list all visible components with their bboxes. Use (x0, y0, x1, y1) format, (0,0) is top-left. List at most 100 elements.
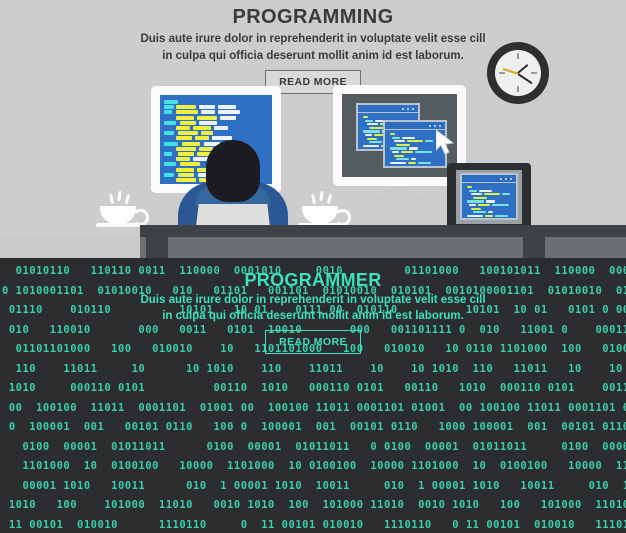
cup-bowl (100, 206, 136, 224)
code-line-bar (367, 123, 378, 126)
code-line-bar (411, 158, 416, 161)
code-line-bar (193, 126, 211, 130)
code-line-bar (394, 140, 405, 143)
desk-top-scene (0, 225, 626, 258)
clock-tick-9 (499, 72, 505, 74)
desk-surface (140, 225, 486, 237)
code-line-bar (407, 140, 423, 143)
code-line-bar (425, 140, 433, 143)
code-line-bar (390, 133, 395, 136)
code-line-bar (492, 204, 509, 207)
window-dot-3 (402, 107, 404, 110)
bottom-banner-header: PROGRAMMER Duis aute irure dolor in repr… (0, 270, 626, 354)
code-line-bar (502, 193, 510, 196)
code-line-bar (418, 161, 431, 164)
window-dot-1 (439, 124, 441, 127)
desk-leg-left (146, 237, 168, 258)
code-line-bar (164, 105, 174, 110)
code-line-bar (220, 115, 236, 120)
code-line-bar (394, 154, 404, 157)
steam-wisp (117, 190, 122, 202)
code-line-bar (199, 120, 217, 125)
read-more-button-bottom[interactable]: READ MORE (265, 330, 361, 354)
code-line-bar (467, 200, 484, 203)
code-line-bar (390, 147, 407, 150)
steam-wisp (124, 193, 131, 205)
code-line-bar (471, 193, 482, 196)
code-line-bar (180, 120, 196, 125)
code-line-bar (478, 204, 490, 207)
code-line-bar (214, 126, 228, 130)
code-line-bar (164, 141, 178, 146)
window-dot-2 (505, 177, 507, 180)
code-line-bar (390, 161, 406, 164)
tablet-code-window[interactable] (460, 173, 518, 220)
code-line-bar (365, 119, 373, 122)
code-line-bar (469, 189, 477, 192)
code-line-bar (488, 211, 493, 214)
code-line-bar (176, 115, 194, 120)
code-line-bar (392, 136, 400, 139)
code-line-bar (396, 158, 409, 161)
top-banner-programming: PROGRAMMING Duis aute irure dolor in rep… (0, 0, 626, 258)
code-line-bar (176, 105, 196, 110)
window-dot-3 (500, 177, 502, 180)
desk-leg-right (523, 237, 545, 258)
code-line-bar (201, 110, 215, 115)
desk-under-shadow-right (486, 237, 626, 258)
code-line-bar (218, 105, 236, 110)
window-dot-2 (434, 124, 436, 127)
monitor-right-screen (342, 94, 457, 177)
bottom-page-title: PROGRAMMER (244, 270, 382, 290)
code-line-bar (164, 172, 174, 177)
clock-tick-3 (531, 72, 537, 74)
steam-wisp (310, 193, 317, 205)
code-line-bar (392, 151, 399, 154)
bottom-banner-subtitle-line2: in culpa qui officia deserunt mollit ani… (162, 310, 464, 322)
code-line-bar (467, 214, 483, 217)
code-line-bar (408, 161, 416, 164)
tablet-screen (456, 170, 522, 224)
code-line-bar (495, 214, 508, 217)
code-line-bar (164, 120, 176, 125)
steam-wisp (108, 193, 115, 205)
steam-wisp (326, 193, 333, 205)
tablet-device (447, 163, 531, 231)
code-line-bar (201, 131, 213, 136)
window-titlebar (462, 175, 516, 183)
code-line-bar (164, 162, 176, 167)
page-title: PROGRAMMING (232, 6, 394, 28)
desk-under-shadow (140, 237, 486, 258)
code-line-bar (409, 147, 418, 150)
code-line-bar (178, 131, 198, 136)
code-line-bar (164, 152, 172, 156)
tablet-code-body (462, 184, 516, 218)
bottom-banner-subtitle-line1: Duis aute irure dolor in reprehenderit i… (140, 294, 486, 306)
programming-banner-set: PROGRAMMING Duis aute irure dolor in rep… (0, 0, 626, 533)
programmer-top-head (206, 140, 260, 202)
code-line-bar (473, 196, 487, 199)
code-line-bar (467, 186, 472, 189)
code-line-bar (486, 200, 495, 203)
code-line-bar (176, 126, 190, 130)
clock-tick-12 (517, 53, 519, 59)
code-line-bar (471, 207, 481, 210)
code-line-bar (363, 116, 368, 119)
clock-tick-6 (517, 86, 519, 92)
code-line-bar (164, 100, 178, 104)
window-titlebar (385, 122, 445, 130)
arrow-cursor-icon (436, 130, 455, 155)
wall-clock-icon (487, 42, 549, 104)
code-line-bar (367, 137, 377, 140)
code-line-bar (363, 130, 380, 133)
code-line-bar (164, 131, 174, 136)
code-line-bar (365, 134, 372, 137)
code-line-bar (401, 151, 413, 154)
programmer-top-figure (178, 140, 288, 244)
window-dot-3 (429, 124, 431, 127)
window-dot-1 (510, 177, 512, 180)
code-line-bar (176, 110, 198, 115)
code-line-bar (473, 211, 486, 214)
code-line-bar (164, 110, 172, 115)
top-banner-subtitle-line1: Duis aute irure dolor in reprehenderit i… (140, 33, 486, 45)
